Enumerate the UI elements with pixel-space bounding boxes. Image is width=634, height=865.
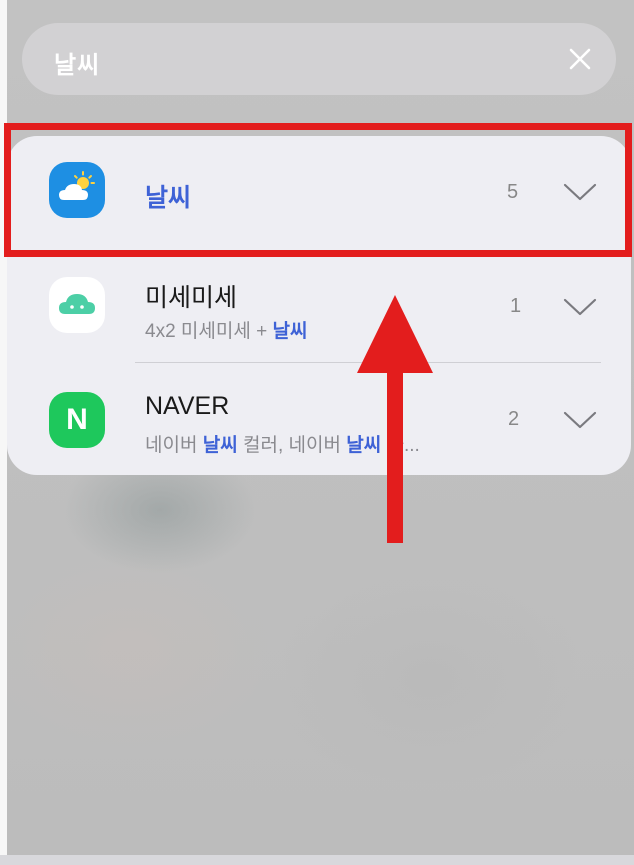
search-query-text: 날씨 [54,52,101,79]
close-icon [569,48,591,70]
weather-app-icon [49,162,105,218]
left-edge-strip [0,0,7,865]
result-row-mise[interactable]: 미세미세 4x2 미세미세 + 날씨 1 [7,249,631,362]
naver-app-icon: N [49,392,105,448]
chevron-down-icon[interactable] [563,182,597,202]
result-app-name: NAVER [145,392,230,420]
result-app-name: 미세미세 [145,284,238,312]
result-count: 5 [507,181,519,203]
result-row-naver[interactable]: N NAVER 네이버 날씨 컬러, 네이버 날씨 화... 2 [7,362,631,475]
bottom-edge-strip [0,855,634,865]
result-count: 1 [510,295,522,317]
mise-app-icon [49,277,105,333]
search-bar[interactable]: 날씨 [22,23,616,95]
search-results-card: 날씨 5 미세미세 4x2 미세미세 + 날씨 1 N NAVER 네이버 날씨… [7,136,631,475]
result-subtitle: 4x2 미세미세 + 날씨 [145,321,308,342]
result-row-weather[interactable]: 날씨 5 [7,136,631,249]
chevron-down-icon[interactable] [563,297,597,317]
result-app-name: 날씨 [145,184,192,212]
result-subtitle: 네이버 날씨 컬러, 네이버 날씨 화... [145,435,420,456]
result-count: 2 [508,408,520,430]
clear-search-button[interactable] [566,45,594,73]
chevron-down-icon[interactable] [563,410,597,430]
